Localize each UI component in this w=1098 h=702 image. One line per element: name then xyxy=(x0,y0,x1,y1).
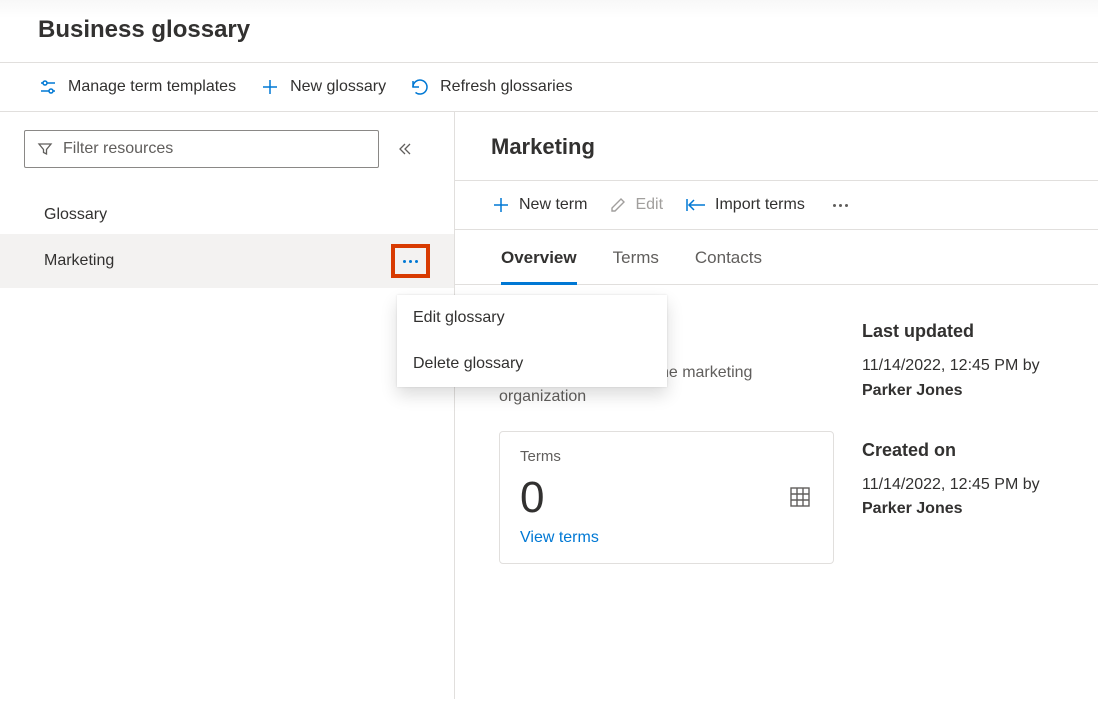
terms-card: Terms 0 View terms xyxy=(499,431,834,564)
glossary-tree: Glossary Marketing xyxy=(0,196,454,288)
tab-contacts[interactable]: Contacts xyxy=(695,248,762,284)
last-updated-value: 11/14/2022, 12:45 PM by Parker Jones xyxy=(862,354,1074,404)
new-term-label: New term xyxy=(519,196,587,214)
new-glossary-button[interactable]: New glossary xyxy=(260,77,386,97)
plus-icon xyxy=(260,77,280,97)
panel-toolbar: New term Edit Import terms xyxy=(455,181,1098,230)
created-on-value: 11/14/2022, 12:45 PM by Parker Jones xyxy=(862,473,1074,523)
context-menu-edit[interactable]: Edit glossary xyxy=(397,295,667,341)
refresh-icon xyxy=(410,77,430,97)
terms-card-label: Terms xyxy=(520,448,813,465)
top-toolbar: Manage term templates New glossary Refre… xyxy=(0,63,1098,112)
created-on-heading: Created on xyxy=(862,440,1074,461)
created-on-block: Created on 11/14/2022, 12:45 PM by Parke… xyxy=(862,440,1074,523)
filter-icon xyxy=(37,141,53,157)
sliders-icon xyxy=(38,77,58,97)
tree-item-glossary[interactable]: Glossary xyxy=(0,196,454,234)
collapse-sidebar-button[interactable] xyxy=(397,141,413,157)
page-title: Business glossary xyxy=(38,16,1074,44)
table-icon xyxy=(789,486,811,508)
import-icon xyxy=(685,196,707,214)
tree-item-more-button[interactable] xyxy=(391,244,430,278)
view-terms-link[interactable]: View terms xyxy=(520,529,599,547)
import-terms-button[interactable]: Import terms xyxy=(685,196,805,214)
panel-more-button[interactable] xyxy=(827,198,854,213)
page-header: Business glossary xyxy=(0,0,1098,63)
tree-item-label: Marketing xyxy=(44,252,114,270)
sidebar: Filter resources Glossary Marketing xyxy=(0,112,455,699)
content: Filter resources Glossary Marketing Mark… xyxy=(0,112,1098,699)
last-updated-block: Last updated 11/14/2022, 12:45 PM by Par… xyxy=(862,321,1074,404)
context-menu-delete[interactable]: Delete glossary xyxy=(397,341,667,387)
manage-templates-button[interactable]: Manage term templates xyxy=(38,77,236,97)
new-term-button[interactable]: New term xyxy=(491,195,587,215)
manage-templates-label: Manage term templates xyxy=(68,78,236,96)
main-panel: Marketing New term Edit Import terms xyxy=(455,112,1098,699)
import-label: Import terms xyxy=(715,196,805,214)
tree-item-marketing[interactable]: Marketing xyxy=(0,234,454,288)
edit-label: Edit xyxy=(635,196,663,214)
refresh-glossaries-button[interactable]: Refresh glossaries xyxy=(410,77,573,97)
filter-placeholder: Filter resources xyxy=(63,140,173,158)
tree-item-label: Glossary xyxy=(44,206,107,224)
tab-terms[interactable]: Terms xyxy=(613,248,659,284)
filter-row: Filter resources xyxy=(0,130,454,186)
filter-input[interactable]: Filter resources xyxy=(24,130,379,168)
pencil-icon xyxy=(609,196,627,214)
tab-overview[interactable]: Overview xyxy=(501,248,577,285)
ellipsis-icon xyxy=(403,260,418,263)
panel-title: Marketing xyxy=(455,112,1098,181)
refresh-label: Refresh glossaries xyxy=(440,78,573,96)
edit-button: Edit xyxy=(609,196,663,214)
overview-right-column: Last updated 11/14/2022, 12:45 PM by Par… xyxy=(862,321,1074,564)
last-updated-heading: Last updated xyxy=(862,321,1074,342)
plus-icon xyxy=(491,195,511,215)
tabs: Overview Terms Contacts xyxy=(455,230,1098,285)
terms-count: 0 xyxy=(520,473,813,523)
context-menu: Edit glossary Delete glossary xyxy=(397,295,667,387)
new-glossary-label: New glossary xyxy=(290,78,386,96)
chevron-double-left-icon xyxy=(397,141,413,157)
